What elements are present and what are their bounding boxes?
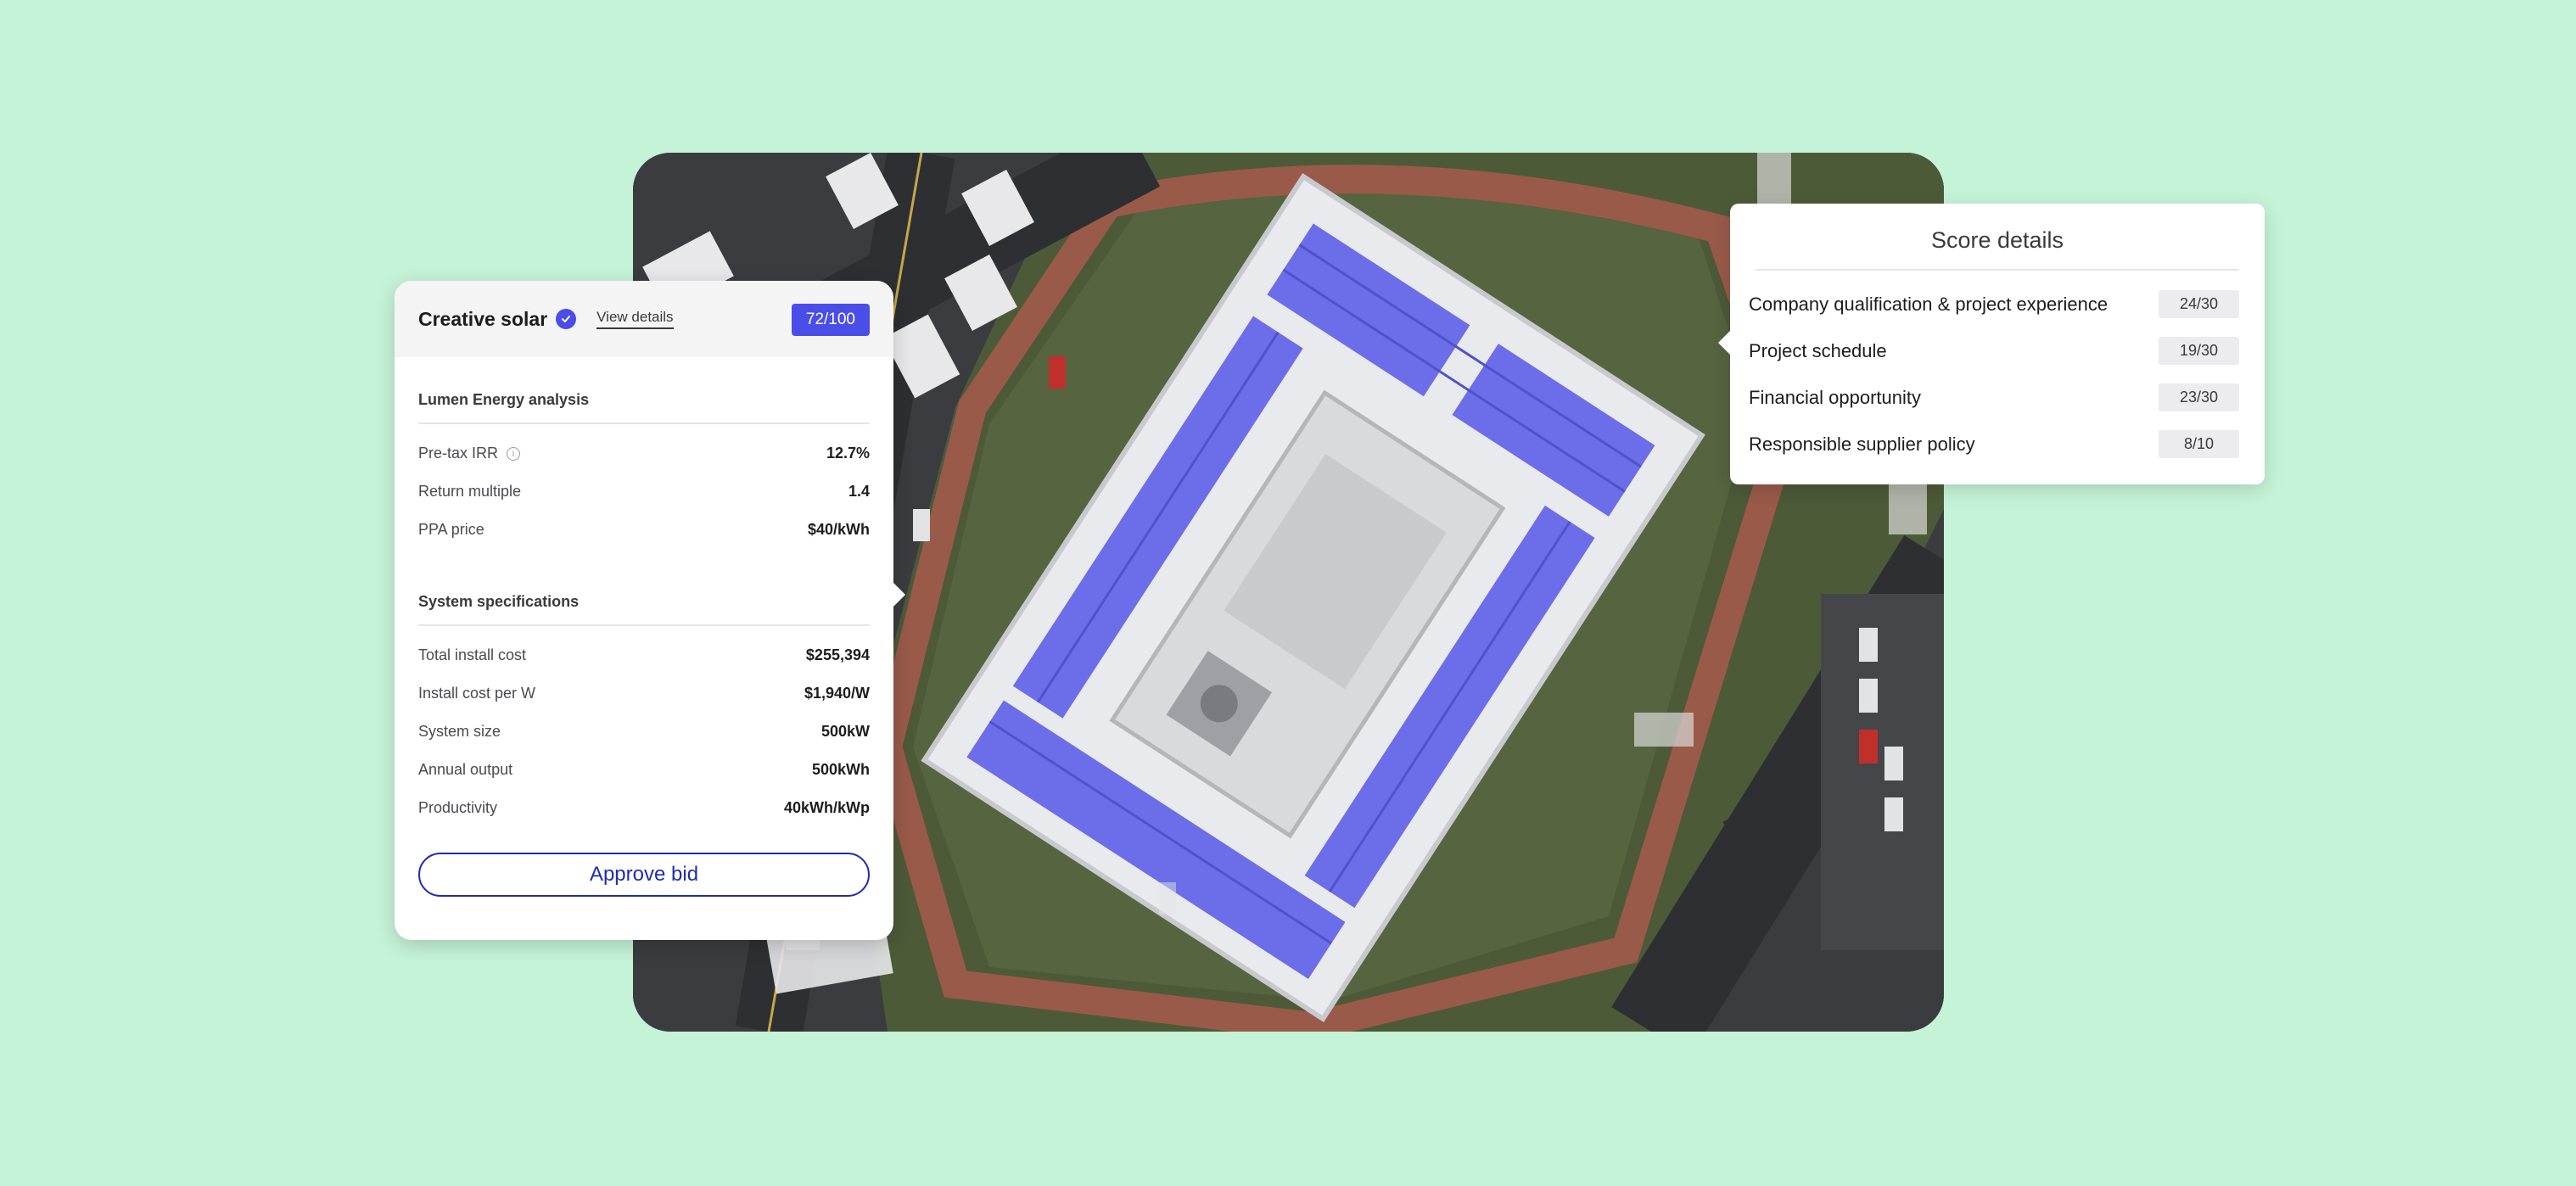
score-label: Company qualification & project experien…: [1749, 293, 2108, 315]
score-label: Project schedule: [1749, 339, 1887, 361]
row-label: System size: [418, 723, 501, 740]
score-row-company-qualification: Company qualification & project experien…: [1749, 281, 2239, 327]
row-label: Total install cost: [418, 646, 527, 663]
spec-row-system-size: System size 500kW: [418, 713, 870, 751]
score-pill: 8/10: [2159, 430, 2239, 458]
bid-card-body: Lumen Energy analysis Pre-tax IRR i 12.7…: [395, 357, 893, 897]
analysis-row-return-multiple: Return multiple 1.4: [418, 473, 870, 511]
analysis-section-title: Lumen Energy analysis: [418, 381, 870, 424]
row-label: Pre-tax IRR: [418, 445, 499, 462]
score-details-card: Score details Company qualification & pr…: [1718, 204, 2265, 484]
row-value: 12.7%: [826, 445, 870, 462]
bid-card-header: Creative solar View details 72/100: [395, 281, 893, 357]
score-details-list: Company qualification & project experien…: [1730, 271, 2265, 467]
company-name: Creative solar: [418, 307, 548, 330]
score-details-title: Score details: [1756, 227, 2239, 271]
approve-bid-button[interactable]: Approve bid: [418, 853, 870, 897]
row-label: Productivity: [418, 799, 498, 816]
specs-section-title: System specifications: [418, 583, 870, 626]
row-label: PPA price: [418, 521, 484, 538]
info-icon[interactable]: i: [507, 446, 521, 461]
spec-row-annual-output: Annual output 500kWh: [418, 751, 870, 789]
row-value: $1,940/W: [804, 685, 870, 702]
row-value: 500kWh: [811, 761, 870, 778]
row-label: Install cost per W: [418, 685, 536, 702]
score-badge: 72/100: [791, 304, 870, 336]
spec-row-total-install-cost: Total install cost $255,394: [418, 636, 870, 674]
row-value: $255,394: [805, 646, 870, 663]
score-row-project-schedule: Project schedule 19/30: [1749, 327, 2239, 374]
spec-row-productivity: Productivity 40kWh/kWp: [418, 789, 870, 827]
row-value: $40/kWh: [807, 521, 870, 538]
score-label: Responsible supplier policy: [1749, 433, 1975, 455]
score-pill: 23/30: [2159, 383, 2239, 411]
analysis-row-ppa-price: PPA price $40/kWh: [418, 511, 870, 549]
row-label: Return multiple: [418, 483, 522, 500]
view-details-link[interactable]: View details: [596, 309, 674, 329]
score-label: Financial opportunity: [1749, 386, 1922, 408]
analysis-row-irr: Pre-tax IRR i 12.7%: [418, 434, 870, 473]
score-row-financial-opportunity: Financial opportunity 23/30: [1749, 374, 2239, 421]
score-pill: 24/30: [2159, 290, 2239, 318]
row-value: 500kW: [820, 723, 870, 740]
row-value: 1.4: [848, 483, 870, 500]
verified-check-icon: [556, 309, 577, 329]
score-pill: 19/30: [2159, 337, 2239, 365]
row-label: Annual output: [418, 761, 513, 778]
row-value: 40kWh/kWp: [783, 799, 870, 816]
score-row-supplier-policy: Responsible supplier policy 8/10: [1749, 421, 2239, 467]
spec-row-install-cost-per-w: Install cost per W $1,940/W: [418, 674, 870, 713]
bid-card: Creative solar View details 72/100 Lumen…: [395, 281, 905, 940]
